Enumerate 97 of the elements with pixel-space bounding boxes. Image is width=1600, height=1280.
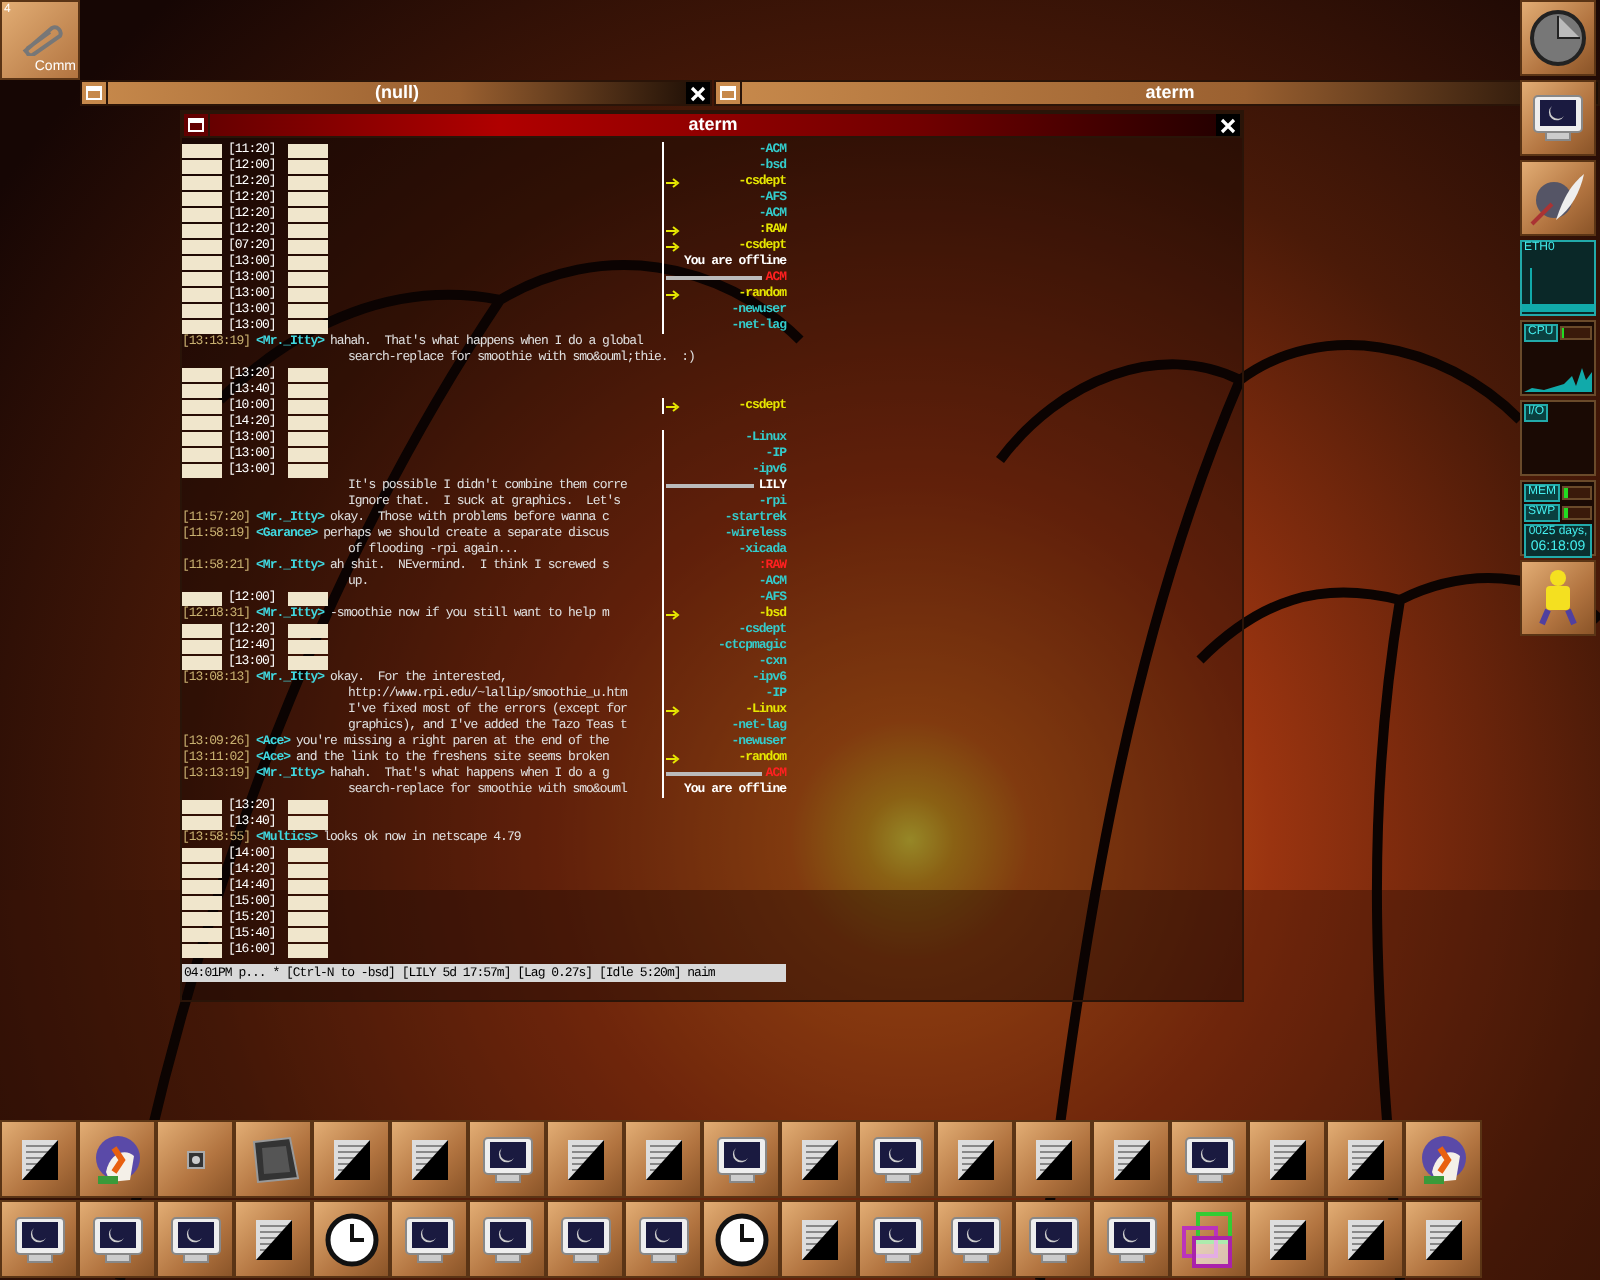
dock-tile[interactable] [1520,0,1596,76]
launcher-tile[interactable] [780,1200,858,1278]
window-title: aterm [1143,82,1197,104]
document-icon [1031,1135,1075,1183]
launcher-tile[interactable] [1092,1200,1170,1278]
launcher-tile[interactable] [702,1120,780,1198]
monitor-icon [713,1133,769,1185]
launcher-tile[interactable] [546,1120,624,1198]
launcher-tile[interactable] [0,1200,78,1278]
window-menu-button[interactable] [716,82,742,104]
launcher-tile[interactable] [78,1200,156,1278]
monitor-icon [401,1213,457,1265]
launcher-tile[interactable] [546,1200,624,1278]
document-icon [797,1135,841,1183]
launcher-tile[interactable] [936,1200,1014,1278]
clock-icon [323,1211,379,1267]
dock-tile[interactable] [1520,560,1596,636]
monitor-icon [479,1133,535,1185]
dock-tile[interactable] [1520,160,1596,236]
monitor-icon [1530,92,1586,144]
monitor-icon [479,1213,535,1265]
launcher-tile[interactable] [780,1120,858,1198]
small-device-icon [185,1149,205,1169]
launcher-tile[interactable] [1248,1120,1326,1198]
window-titlebar[interactable]: aterm [182,112,1242,138]
monitor-icon [947,1213,1003,1265]
document-icon [1265,1215,1309,1263]
launcher-tile[interactable] [156,1120,234,1198]
monitor-icon [869,1133,925,1185]
launcher-tile[interactable] [468,1200,546,1278]
launcher-tile[interactable] [1404,1200,1482,1278]
launcher-tile[interactable] [858,1200,936,1278]
close-icon [1220,117,1236,133]
dock-tile[interactable] [1520,80,1596,156]
document-icon [329,1135,373,1183]
document-icon [1421,1215,1465,1263]
document-icon [1343,1215,1387,1263]
window-titlebar[interactable]: (null) [80,80,712,106]
document-icon [251,1215,295,1263]
launcher-tile[interactable] [234,1200,312,1278]
close-button[interactable] [1216,114,1240,136]
launcher-tile[interactable] [1326,1200,1404,1278]
cpu-graph-drawing [1524,368,1592,392]
launcher-tile[interactable] [312,1120,390,1198]
launcher-tile[interactable] [390,1120,468,1198]
close-icon [690,85,706,101]
window-icon [86,86,102,100]
document-icon [1265,1135,1309,1183]
launcher-tile[interactable] [156,1200,234,1278]
launcher-tile[interactable] [0,1120,78,1198]
monitor-icon [11,1213,67,1265]
window-titlebar[interactable]: aterm [714,80,1600,106]
monitor-icon [89,1213,145,1265]
window-icon [188,118,204,132]
document-icon [1109,1135,1153,1183]
launcher-tile[interactable] [702,1200,780,1278]
close-button[interactable] [686,82,710,104]
document-icon [1343,1135,1387,1183]
monitor-icon [1025,1213,1081,1265]
document-icon [17,1135,61,1183]
document-icon [641,1135,685,1183]
figure-icon [1536,568,1580,628]
launcher-tile[interactable] [312,1200,390,1278]
monitor-icon [635,1213,691,1265]
window-icon [720,86,736,100]
launcher-tile[interactable] [1326,1120,1404,1198]
document-icon [407,1135,451,1183]
monitor-icon [167,1213,223,1265]
monitor-icon [869,1213,925,1265]
launcher-tile[interactable] [1170,1120,1248,1198]
launcher-tile[interactable] [1248,1200,1326,1278]
window-menu-button[interactable] [184,114,210,136]
monitor-icon [1181,1133,1237,1185]
launcher-tile[interactable] [1014,1200,1092,1278]
launcher-tile[interactable] [390,1200,468,1278]
document-icon [953,1135,997,1183]
launcher-tile[interactable] [624,1120,702,1198]
sphere-icon [1528,8,1588,68]
launcher-tile[interactable] [858,1120,936,1198]
monitor-icon [557,1213,613,1265]
clock-icon [713,1211,769,1267]
window-title: (null) [373,82,421,104]
window-title: aterm [686,114,740,136]
document-icon [563,1135,607,1183]
launcher-tile[interactable] [1170,1200,1248,1278]
launcher-tile[interactable] [1092,1120,1170,1198]
launcher-tile[interactable] [234,1120,312,1198]
feather-icon [1528,168,1588,228]
document-icon [797,1215,841,1263]
launcher-tile[interactable] [1404,1120,1482,1198]
window-menu-button[interactable] [82,82,108,104]
monitor-icon [1103,1213,1159,1265]
launcher-tile[interactable] [936,1120,1014,1198]
launcher-tile[interactable] [624,1200,702,1278]
launcher-tile[interactable] [468,1120,546,1198]
launcher-tile[interactable] [78,1120,156,1198]
launcher-tile[interactable] [1014,1120,1092,1198]
